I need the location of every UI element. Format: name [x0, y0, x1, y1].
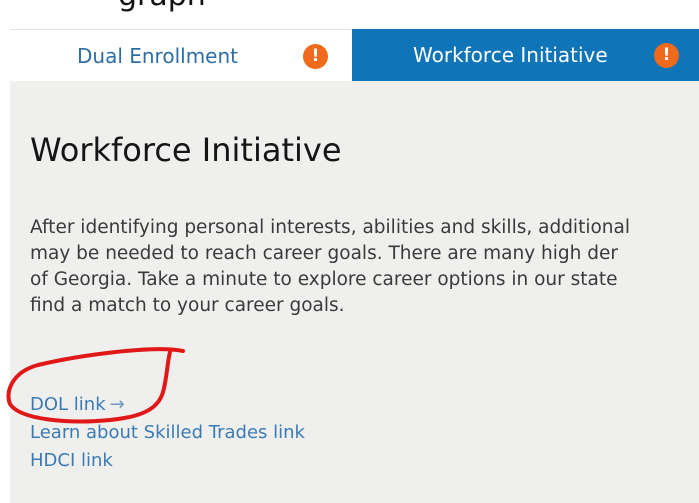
hdci-link[interactable]: HDCI link: [30, 447, 305, 475]
skilled-trades-link[interactable]: Learn about Skilled Trades link: [30, 419, 305, 447]
alert-icon: !: [303, 44, 328, 69]
tab-panel: Workforce Initiative After identifying p…: [10, 81, 699, 503]
screenshot: graph Dual Enrollment ! Workforce Initia…: [0, 0, 699, 503]
description-line: After identifying personal interests, ab…: [30, 217, 630, 238]
description-line: may be needed to reach career goals. The…: [30, 243, 618, 264]
dol-link[interactable]: DOL link →: [30, 391, 305, 419]
tab-bar: Dual Enrollment ! Workforce Initiative !: [10, 29, 699, 81]
resource-links: DOL link → Learn about Skilled Trades lin…: [30, 391, 305, 475]
description-line: of Georgia. Take a minute to explore car…: [30, 269, 618, 290]
panel-description: After identifying personal interests, ab…: [30, 215, 699, 319]
cropped-heading-remnant: graph: [0, 0, 699, 30]
alert-icon: !: [654, 43, 679, 68]
tab-dual-enrollment[interactable]: Dual Enrollment !: [10, 29, 352, 81]
arrow-right-icon: →: [109, 394, 125, 415]
tab-label: Workforce Initiative: [413, 43, 608, 67]
tab-label: Dual Enrollment: [77, 43, 238, 68]
cropped-text: graph: [118, 0, 206, 13]
link-label: DOL link: [30, 394, 106, 415]
panel-title: Workforce Initiative: [30, 131, 342, 169]
description-line: find a match to your career goals.: [30, 295, 345, 316]
tab-workforce-initiative[interactable]: Workforce Initiative !: [352, 29, 699, 81]
